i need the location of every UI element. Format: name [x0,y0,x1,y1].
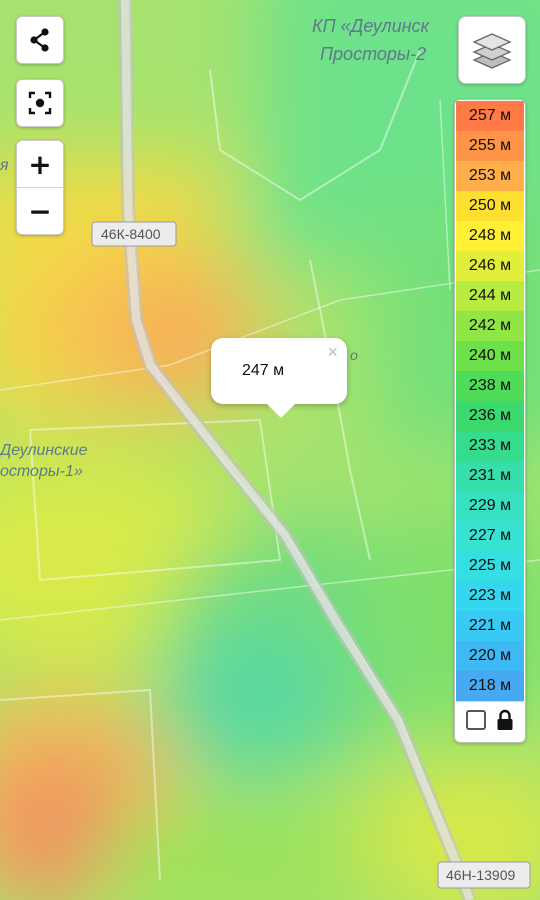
legend-item: 233 м [456,431,524,461]
settlement-left-label-line2: осторы-1» [0,463,83,480]
settlement-left-label-line1: Деулинские [0,442,88,459]
road-shield-bottom: 46Н-13909 [437,861,531,889]
legend-item: 244 м [456,281,524,311]
popup-elevation-value: 247 м [242,362,285,379]
popup-close-button[interactable]: × [327,342,338,363]
legend-item: 225 м [456,551,524,581]
layers-icon [472,33,512,69]
locate-button[interactable] [16,79,64,127]
road-shield-top-label: 46К-8400 [101,226,161,242]
legend-rows: 257 м 255 м 253 м 250 м 248 м 246 м 244 м 242 м… [456,101,524,701]
legend-item: 231 м [456,461,524,491]
legend-checkbox[interactable] [466,710,486,730]
legend-item: 218 м [456,671,524,701]
legend-item: 221 м [456,611,524,641]
legend-item: 220 м [456,641,524,671]
road-shield-top: 46К-8400 [91,221,177,247]
zoom-out-button[interactable]: − [17,187,63,234]
edge-label-2: о [350,347,358,363]
legend-item: 253 м [456,161,524,191]
elevation-legend: 257 м 255 м 253 м 250 м 248 м 246 м 244 м 242 м… [454,99,526,743]
legend-item: 238 м [456,371,524,401]
road-shield-bottom-label: 46Н-13909 [446,867,515,883]
legend-item: 250 м [456,191,524,221]
legend-footer [455,701,525,738]
edge-label: я [0,157,9,174]
legend-item: 246 м [456,251,524,281]
share-icon [30,28,49,52]
legend-item: 240 м [456,341,524,371]
zoom-control: + − [16,140,64,235]
legend-item: 236 м [456,401,524,431]
layers-button[interactable] [458,16,526,84]
legend-item: 255 м [456,131,524,161]
share-button[interactable] [16,16,64,64]
legend-item: 242 м [456,311,524,341]
legend-item: 223 м [456,581,524,611]
legend-item: 248 м [456,221,524,251]
legend-item: 257 м [456,101,524,131]
settlement-label-line2: Просторы-2 [320,44,426,64]
settlement-label-line1: КП «Деулинск [312,16,431,36]
legend-item: 227 м [456,521,524,551]
lock-icon[interactable] [496,709,514,731]
legend-item: 229 м [456,491,524,521]
locate-icon [28,91,52,115]
zoom-in-button[interactable]: + [17,141,63,187]
elevation-popup: 247 м × [211,338,347,418]
